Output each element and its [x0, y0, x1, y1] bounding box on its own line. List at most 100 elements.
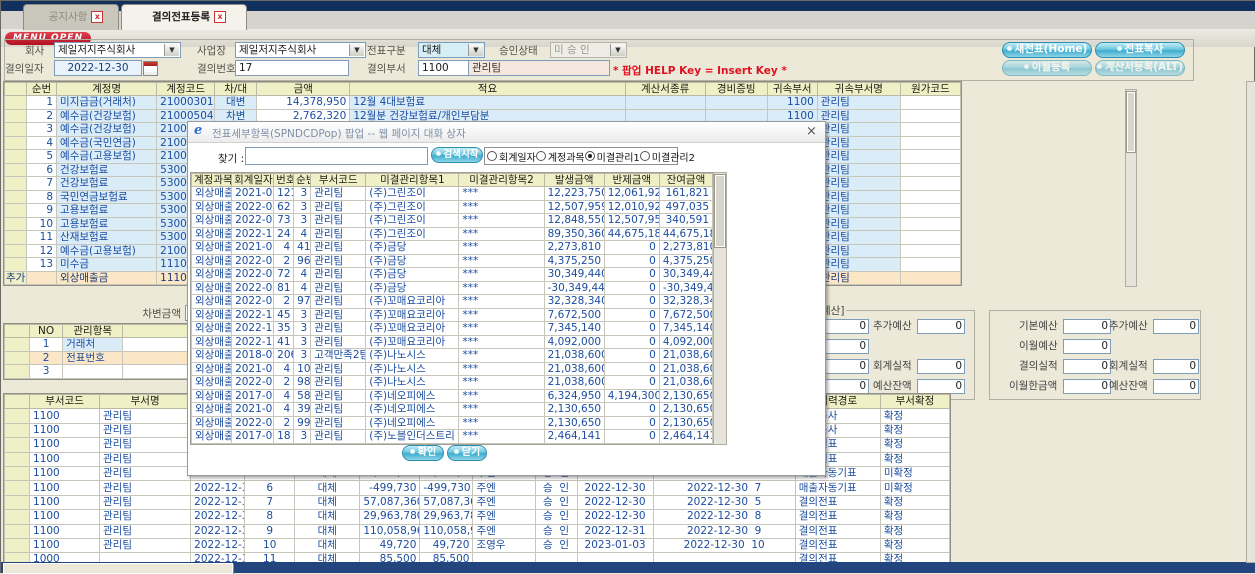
- grid-cell[interactable]: 4,375,250: [658, 253, 714, 268]
- grid-cell[interactable]: 3: [293, 334, 312, 349]
- grid-cell[interactable]: 12: [26, 243, 58, 258]
- grid-cell[interactable]: 62: [273, 199, 295, 214]
- grid-cell[interactable]: 21,038,600: [658, 348, 714, 363]
- grid-cell[interactable]: 3: [293, 307, 312, 322]
- grid-cell[interactable]: ***: [458, 186, 545, 201]
- grid-cell[interactable]: 관리팀: [310, 415, 367, 430]
- grid-cell[interactable]: 외상매출금: [190, 240, 233, 255]
- grid-cell[interactable]: (주)그린조이: [365, 226, 460, 241]
- grid-cell[interactable]: 외상매출금: [190, 361, 233, 376]
- grid-cell[interactable]: 4: [273, 361, 295, 376]
- grid-cell[interactable]: 161,821: [658, 186, 714, 201]
- grid-cell[interactable]: 2,273,810: [543, 240, 605, 255]
- grid-cell[interactable]: 확정: [879, 509, 950, 525]
- grid-cell[interactable]: 110,058,960: [359, 523, 421, 539]
- grid-cell[interactable]: [899, 270, 962, 285]
- grid-cell[interactable]: [899, 162, 962, 177]
- dialog-scrollbar[interactable]: [713, 172, 727, 445]
- grid-cell[interactable]: 12,848,550: [543, 213, 605, 228]
- grid-cell[interactable]: 외상매출금: [56, 270, 158, 285]
- grid-cell[interactable]: 97: [293, 294, 312, 309]
- grid-cell[interactable]: 2022-09-30: [231, 280, 275, 295]
- grid-cell[interactable]: 9: [244, 523, 296, 539]
- voucher-no-input[interactable]: 17: [235, 60, 349, 76]
- grid-cell[interactable]: 24: [273, 226, 295, 241]
- grid-cell[interactable]: 관리팀: [310, 186, 367, 201]
- tab-close-icon[interactable]: x: [213, 11, 226, 23]
- radio-미결관리2[interactable]: 미결관리2: [639, 149, 695, 164]
- grid-cell[interactable]: 2: [273, 294, 295, 309]
- grid-cell[interactable]: 21,038,600: [658, 375, 714, 390]
- grid-cell[interactable]: 외상매출금: [190, 213, 233, 228]
- grid-cell[interactable]: 1100: [29, 509, 101, 525]
- grid-cell[interactable]: 관리팀: [816, 230, 901, 245]
- grid-cell[interactable]: (주)금당: [365, 267, 460, 282]
- grid-cell[interactable]: [3, 230, 28, 245]
- grid-cell[interactable]: 외상매출금: [190, 294, 233, 309]
- grid-cell[interactable]: 관리팀: [816, 122, 901, 137]
- grid-cell[interactable]: [3, 216, 28, 231]
- grid-cell[interactable]: [4, 465, 31, 482]
- grid-cell[interactable]: (주)노블인더스트리: [365, 429, 460, 444]
- grid-cell[interactable]: [3, 364, 31, 379]
- grid-cell[interactable]: 89,350,360: [543, 226, 605, 241]
- grid-cell[interactable]: 8: [26, 189, 58, 204]
- grid-cell[interactable]: 2,130,650: [543, 402, 605, 417]
- grid-cell[interactable]: 0: [603, 415, 660, 430]
- grid-cell[interactable]: 1: [29, 337, 64, 352]
- grid-cell[interactable]: 0: [603, 307, 660, 322]
- grid-cell[interactable]: (주)금당: [365, 253, 460, 268]
- grid-scrollbar[interactable]: [1125, 89, 1137, 287]
- grid-cell[interactable]: 3: [293, 186, 312, 201]
- grid-cell[interactable]: [899, 257, 962, 272]
- grid-cell[interactable]: [4, 422, 31, 439]
- grid-cell[interactable]: 2022-12-30: [190, 494, 246, 511]
- grid-cell[interactable]: (주)금당: [365, 280, 460, 295]
- grid-cell[interactable]: [899, 108, 962, 123]
- grid-cell[interactable]: 2: [273, 375, 295, 390]
- grid-cell[interactable]: 18: [273, 429, 295, 444]
- grid-cell[interactable]: 대체: [294, 509, 361, 525]
- grid-cell[interactable]: 49,720: [419, 537, 474, 554]
- grid-cell[interactable]: 7: [244, 494, 296, 511]
- grid-cell[interactable]: 예수금(건강보험): [56, 108, 158, 123]
- grid-cell[interactable]: 관리팀: [310, 402, 367, 417]
- grid-cell[interactable]: [3, 203, 28, 218]
- grid-cell[interactable]: 41: [273, 334, 295, 349]
- grid-cell[interactable]: 1100: [29, 494, 101, 511]
- grid-cell[interactable]: 주엔: [472, 480, 536, 496]
- grid-cell[interactable]: 0: [603, 294, 660, 309]
- grid-cell[interactable]: 340,591: [658, 213, 714, 228]
- grid-cell[interactable]: 관리팀: [99, 437, 192, 453]
- grid-cell[interactable]: 72: [273, 267, 295, 282]
- grid-cell[interactable]: 0: [603, 267, 660, 282]
- grid-cell[interactable]: 관리팀: [310, 334, 367, 349]
- grid-cell[interactable]: [4, 408, 31, 424]
- grid-cell[interactable]: 외상매출금: [190, 429, 233, 444]
- grid-cell[interactable]: 관리팀: [310, 199, 367, 214]
- grid-cell[interactable]: 2022-10-31: [231, 307, 275, 322]
- grid-cell[interactable]: 관리팀: [816, 95, 901, 110]
- grid-cell[interactable]: 2: [273, 415, 295, 430]
- grid-cell[interactable]: 12,507,959: [543, 199, 605, 214]
- grid-cell[interactable]: 결의전표: [794, 509, 881, 525]
- grid-cell[interactable]: 21,038,600: [543, 375, 605, 390]
- grid-cell[interactable]: 관리팀: [816, 176, 901, 191]
- grid-cell[interactable]: 2022-12-30: [576, 509, 654, 525]
- grid-cell[interactable]: 32,328,340: [658, 294, 714, 309]
- grid-cell[interactable]: 81: [273, 280, 295, 295]
- grid-cell[interactable]: ***: [458, 348, 545, 363]
- grid-cell[interactable]: 미확정: [879, 480, 950, 496]
- close-icon[interactable]: ×: [804, 124, 819, 139]
- grid-cell[interactable]: 0: [603, 348, 660, 363]
- grid-cell[interactable]: 2,464,141: [543, 429, 605, 444]
- grid-cell[interactable]: 외상매출금: [190, 267, 233, 282]
- grid-cell[interactable]: 예수금(고용보험): [56, 243, 158, 258]
- grid-cell[interactable]: 3: [293, 429, 312, 444]
- grid-cell[interactable]: 4,375,250: [543, 253, 605, 268]
- grid-cell[interactable]: 관리팀: [310, 280, 367, 295]
- grid-cell[interactable]: [899, 122, 962, 137]
- grid-cell[interactable]: 관리팀: [816, 149, 901, 164]
- grid-cell[interactable]: 결의전표: [794, 523, 881, 539]
- grid-cell[interactable]: 3: [26, 122, 58, 137]
